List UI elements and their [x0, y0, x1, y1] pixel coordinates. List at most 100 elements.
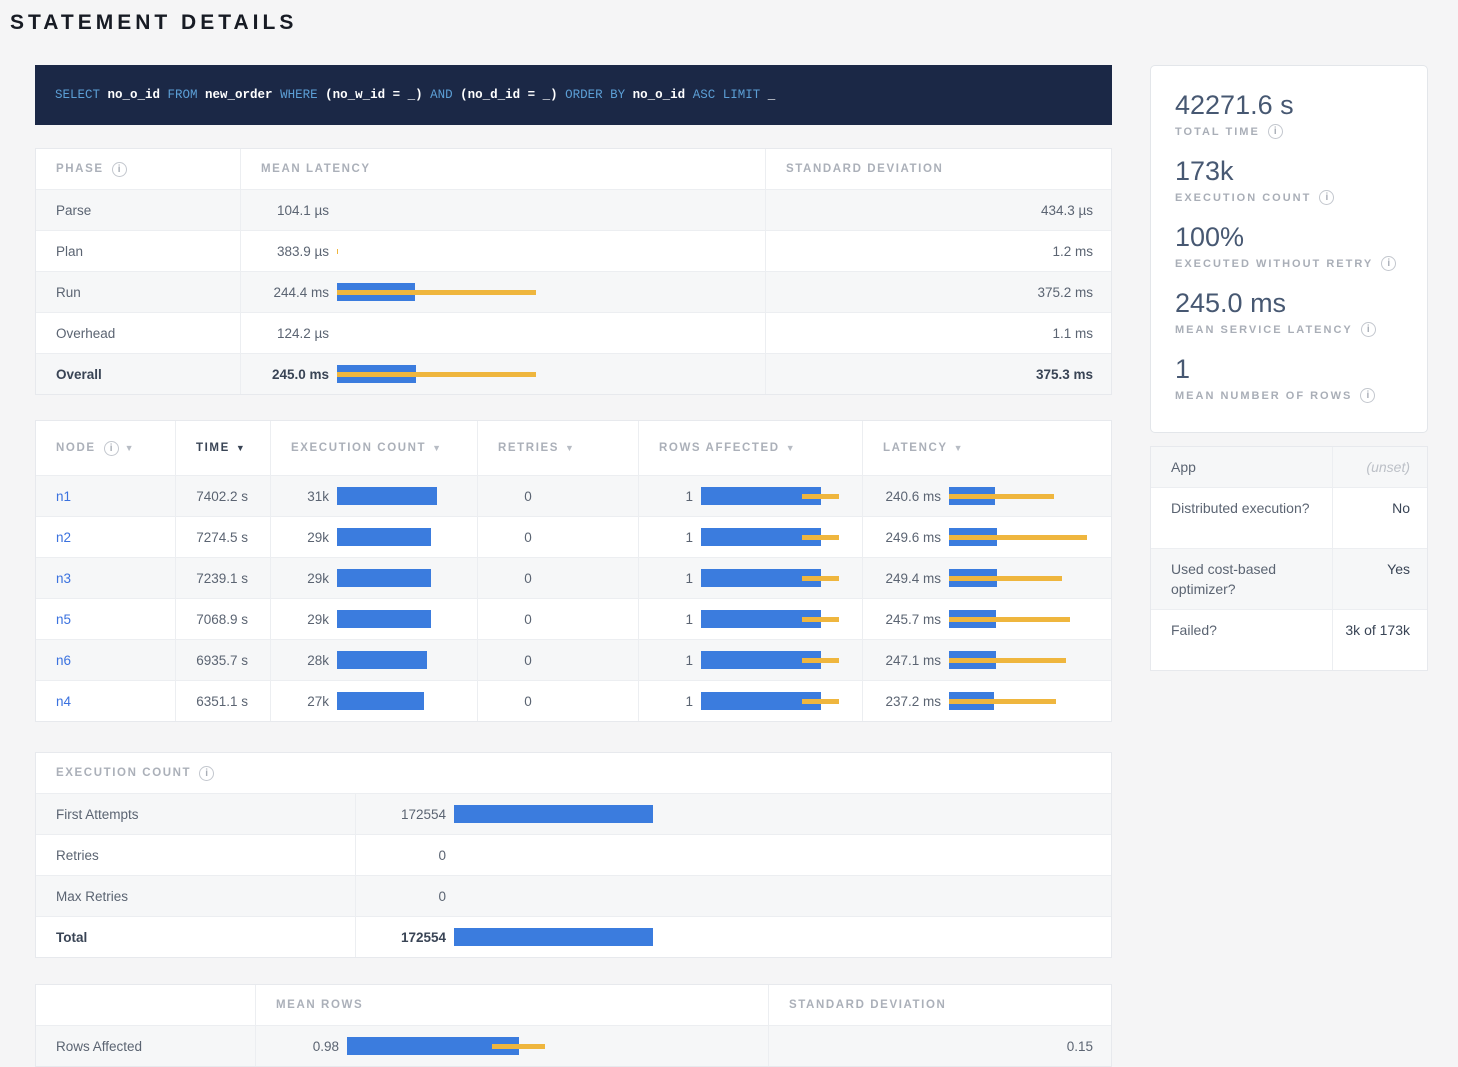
- rows-affected-value: 1: [647, 653, 693, 668]
- rows-affected-bar: [701, 487, 911, 505]
- table-row: n5 7068.9 s 29k 0 1 245.7 ms: [36, 598, 1111, 639]
- mean-bar: [337, 610, 431, 628]
- node-link[interactable]: n4: [56, 694, 71, 709]
- info-icon[interactable]: i: [1360, 388, 1375, 403]
- table-row: Overhead 124.2 µs 1.1 ms: [36, 312, 1111, 353]
- node-cell: n2: [36, 517, 176, 557]
- latency-header-label: LATENCY: [883, 442, 948, 454]
- node-link[interactable]: n5: [56, 612, 71, 627]
- stat-label: MEAN SERVICE LATENCY i: [1175, 322, 1403, 337]
- node-cell: n1: [36, 476, 176, 516]
- stat-label-text: TOTAL TIME: [1175, 126, 1260, 138]
- phase-label: Parse: [36, 190, 241, 230]
- latency-bar: [949, 692, 1159, 710]
- execution-count-table: EXECUTION COUNT i First Attempts 172554 …: [35, 752, 1112, 958]
- stddev-whisker: [802, 494, 839, 499]
- rows-affected-value: 1: [647, 530, 693, 545]
- detail-value: 3k of 173k: [1332, 610, 1426, 670]
- info-icon[interactable]: i: [1319, 190, 1334, 205]
- mean-latency-value: 245.0 ms: [261, 367, 329, 382]
- info-icon[interactable]: i: [1268, 124, 1283, 139]
- phase-table: PHASE i MEAN LATENCY STANDARD DEVIATION …: [35, 148, 1112, 395]
- latency-bar: [949, 528, 1159, 546]
- table-row: Parse 104.1 µs 434.3 µs: [36, 189, 1111, 230]
- rows-affected-bar: [701, 569, 911, 587]
- mean-latency-value: 124.2 µs: [261, 326, 329, 341]
- node-link[interactable]: n3: [56, 571, 71, 586]
- table-row: n4 6351.1 s 27k 0 1 237.2 ms: [36, 680, 1111, 721]
- stat-label: TOTAL TIME i: [1175, 124, 1403, 139]
- execution-count-value: 29k: [279, 571, 329, 586]
- stat-label-text: EXECUTED WITHOUT RETRY: [1175, 258, 1373, 270]
- time-cell: 7402.2 s: [176, 476, 271, 516]
- table-row: Total 172554: [36, 916, 1111, 957]
- execution-count-value: 27k: [279, 694, 329, 709]
- sort-desc-icon: ▼: [954, 443, 963, 453]
- info-icon[interactable]: i: [1381, 256, 1396, 271]
- stddev-whisker: [802, 535, 839, 540]
- mean-rows-cell: 0.98: [256, 1026, 769, 1066]
- time-header-label: TIME: [196, 442, 230, 454]
- node-link[interactable]: n1: [56, 489, 71, 504]
- execution-count-value: 29k: [279, 530, 329, 545]
- rows-affected-cell: 1: [639, 476, 863, 516]
- time-column-header[interactable]: TIME ▼: [176, 421, 271, 475]
- rows-affected-table-header: MEAN ROWS STANDARD DEVIATION: [36, 985, 1111, 1025]
- info-icon[interactable]: i: [104, 441, 119, 456]
- stat-mean-number-of-rows: 1 MEAN NUMBER OF ROWSi: [1175, 354, 1403, 403]
- detail-row-app: App (unset): [1151, 447, 1427, 487]
- node-cell: n3: [36, 558, 176, 598]
- stat-label-text: MEAN SERVICE LATENCY: [1175, 324, 1353, 336]
- stddev-cell: 1.2 ms: [766, 231, 1113, 271]
- execution-count-bar: [337, 569, 547, 587]
- latency-column-header[interactable]: LATENCY ▼: [863, 421, 1113, 475]
- detail-label: Distributed execution?: [1151, 488, 1332, 548]
- retries-column-header[interactable]: RETRIES ▼: [478, 421, 639, 475]
- detail-label: App: [1151, 447, 1332, 487]
- stddev-whisker: [802, 699, 839, 704]
- stddev-whisker: [337, 290, 536, 295]
- count-cell: 172554: [356, 917, 1113, 957]
- stddev-whisker: [949, 617, 1070, 622]
- table-row: Retries 0: [36, 834, 1111, 875]
- empty-header-cell: [36, 985, 256, 1025]
- row-label: Max Retries: [36, 876, 356, 916]
- execution-count-column-header[interactable]: EXECUTION COUNT ▼: [271, 421, 478, 475]
- mean-latency-cell: 124.2 µs: [241, 313, 766, 353]
- side-column: 42271.6 s TOTAL TIMEi 173k EXECUTION COU…: [1150, 65, 1428, 671]
- rows-affected-cell: 1: [639, 640, 863, 680]
- count-value: 0: [364, 848, 446, 863]
- table-row: Rows Affected 0.98 0.15: [36, 1025, 1111, 1066]
- node-link[interactable]: n2: [56, 530, 71, 545]
- stat-label-text: EXECUTION COUNT: [1175, 192, 1311, 204]
- main-column: SELECT no_o_id FROM new_order WHERE (no_…: [35, 65, 1112, 1067]
- rows-affected-bar: [701, 651, 911, 669]
- info-icon[interactable]: i: [1361, 322, 1376, 337]
- node-table-header: NODE i ▼ TIME ▼ EXECUTION COUNT ▼ RETRIE…: [36, 421, 1111, 475]
- stddev-whisker: [802, 576, 839, 581]
- latency-bar: [949, 487, 1159, 505]
- node-table: NODE i ▼ TIME ▼ EXECUTION COUNT ▼ RETRIE…: [35, 420, 1112, 722]
- phase-label: Plan: [36, 231, 241, 271]
- node-link[interactable]: n6: [56, 653, 71, 668]
- mean-rows-column-header: MEAN ROWS: [256, 985, 769, 1025]
- table-row: n3 7239.1 s 29k 0 1 249.4 ms: [36, 557, 1111, 598]
- rows-affected-cell: 1: [639, 558, 863, 598]
- info-icon[interactable]: i: [112, 162, 127, 177]
- node-column-header[interactable]: NODE i ▼: [36, 421, 176, 475]
- mean-bar: [337, 569, 431, 587]
- execution-count-cell: 31k: [271, 476, 478, 516]
- latency-bar: [337, 201, 547, 219]
- count-value: 172554: [364, 930, 446, 945]
- summary-card: 42271.6 s TOTAL TIMEi 173k EXECUTION COU…: [1150, 65, 1428, 433]
- mean-bar: [337, 487, 437, 505]
- retries-header-label: RETRIES: [498, 442, 559, 454]
- rows-affected-column-header[interactable]: ROWS AFFECTED ▼: [639, 421, 863, 475]
- count-value: 0: [364, 889, 446, 904]
- table-row: n2 7274.5 s 29k 0 1 249.6 ms: [36, 516, 1111, 557]
- mean-latency-cell: 383.9 µs: [241, 231, 766, 271]
- info-icon[interactable]: i: [199, 766, 214, 781]
- sort-desc-icon: ▼: [125, 443, 134, 453]
- phase-column-header: PHASE i: [36, 149, 241, 189]
- phase-header-label: PHASE: [56, 163, 104, 175]
